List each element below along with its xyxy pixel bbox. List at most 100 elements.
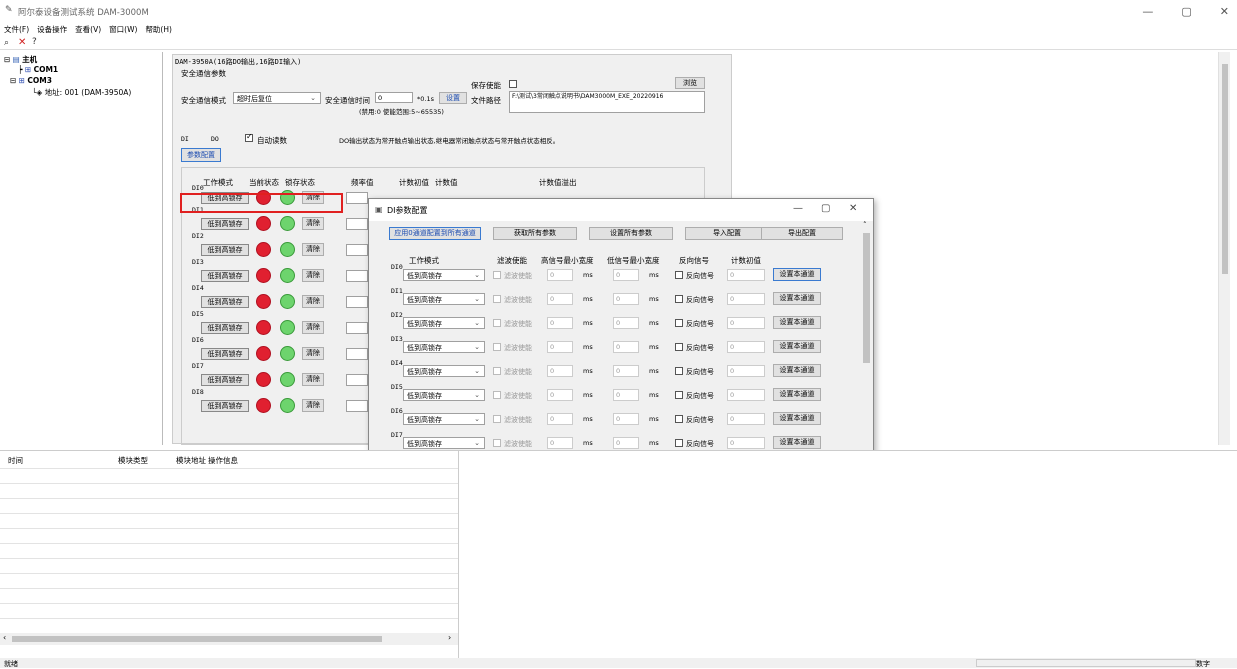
di-mode-button[interactable]: 低到高锁存 <box>201 296 249 308</box>
filter-checkbox[interactable] <box>493 439 501 447</box>
count-init-input[interactable]: 0 <box>727 341 765 353</box>
dlg-mode-select[interactable]: 低到高锁存⌄ <box>403 293 485 305</box>
clear-button[interactable]: 清除 <box>302 321 324 334</box>
menu-window[interactable]: 窗口(W) <box>109 24 137 38</box>
minimize-button[interactable]: — <box>1142 5 1153 18</box>
reverse-checkbox[interactable] <box>675 295 683 303</box>
tree-host[interactable]: ⊟ ▤ 主机 <box>4 54 37 65</box>
high-width-input[interactable]: 0 <box>547 293 573 305</box>
dialog-scroll-thumb[interactable] <box>863 233 870 363</box>
reverse-checkbox[interactable] <box>675 439 683 447</box>
low-width-input[interactable]: 0 <box>613 317 639 329</box>
set-channel-button[interactable]: 设置本通道 <box>773 388 821 401</box>
get-all-button[interactable]: 获取所有参数 <box>493 227 577 240</box>
count-init-input[interactable]: 0 <box>727 389 765 401</box>
count-init-input[interactable]: 0 <box>727 269 765 281</box>
menu-device[interactable]: 设备操作 <box>37 24 67 38</box>
set-channel-button[interactable]: 设置本通道 <box>773 340 821 353</box>
tab-do[interactable]: DO <box>211 135 219 143</box>
tree-com1[interactable]: ┝ ⊞ COM1 <box>18 65 58 74</box>
dlg-mode-select[interactable]: 低到高锁存⌄ <box>403 389 485 401</box>
reverse-checkbox[interactable] <box>675 391 683 399</box>
set-channel-button[interactable]: 设置本通道 <box>773 364 821 377</box>
dialog-maximize-button[interactable]: ▢ <box>821 203 830 214</box>
clear-button[interactable]: 清除 <box>302 347 324 360</box>
filter-checkbox[interactable] <box>493 319 501 327</box>
param-config-button[interactable]: 参数配置 <box>181 148 221 162</box>
dialog-minimize-button[interactable]: — <box>793 203 803 214</box>
set-all-button[interactable]: 设置所有参数 <box>589 227 673 240</box>
log-scroll-thumb[interactable] <box>12 636 382 642</box>
clear-button[interactable]: 清除 <box>302 243 324 256</box>
menu-view[interactable]: 查看(V) <box>75 24 101 38</box>
low-width-input[interactable]: 0 <box>613 293 639 305</box>
high-width-input[interactable]: 0 <box>547 317 573 329</box>
filter-checkbox[interactable] <box>493 295 501 303</box>
count-init-input[interactable]: 0 <box>727 365 765 377</box>
dlg-mode-select[interactable]: 低到高锁存⌄ <box>403 365 485 377</box>
scroll-right-icon[interactable]: › <box>448 633 451 642</box>
high-width-input[interactable]: 0 <box>547 269 573 281</box>
clear-button[interactable]: 清除 <box>302 269 324 282</box>
filter-checkbox[interactable] <box>493 271 501 279</box>
di-mode-button[interactable]: 低到高锁存 <box>201 218 249 230</box>
high-width-input[interactable]: 0 <box>547 437 573 449</box>
delete-icon[interactable]: ✕ <box>18 37 26 48</box>
vertical-scrollbar[interactable] <box>1218 52 1230 445</box>
auto-read-checkbox[interactable]: ✓ <box>245 132 253 142</box>
low-width-input[interactable]: 0 <box>613 341 639 353</box>
dlg-mode-select[interactable]: 低到高锁存⌄ <box>403 437 485 449</box>
dlg-mode-select[interactable]: 低到高锁存⌄ <box>403 341 485 353</box>
filter-checkbox[interactable] <box>493 367 501 375</box>
apply-all-button[interactable]: 应用0通道配置到所有通道 <box>389 227 481 240</box>
high-width-input[interactable]: 0 <box>547 413 573 425</box>
browse-button[interactable]: 浏览 <box>675 77 705 89</box>
clear-button[interactable]: 清除 <box>302 399 324 412</box>
maximize-button[interactable]: ▢ <box>1181 5 1191 18</box>
clear-button[interactable]: 清除 <box>302 373 324 386</box>
filter-checkbox[interactable] <box>493 343 501 351</box>
di-mode-button[interactable]: 低到高锁存 <box>201 322 249 334</box>
low-width-input[interactable]: 0 <box>613 365 639 377</box>
set-channel-button[interactable]: 设置本通道 <box>773 316 821 329</box>
dialog-scrollbar[interactable]: ˄ ˅ <box>861 221 872 475</box>
filter-checkbox[interactable] <box>493 415 501 423</box>
export-button[interactable]: 导出配置 <box>761 227 843 240</box>
dialog-close-button[interactable]: ✕ <box>849 203 857 214</box>
set-channel-button[interactable]: 设置本通道 <box>773 268 821 281</box>
clear-button[interactable]: 清除 <box>302 217 324 230</box>
save-enable-checkbox[interactable] <box>509 80 517 88</box>
scroll-left-icon[interactable]: ‹ <box>3 633 6 642</box>
scroll-up-icon[interactable]: ˄ <box>863 221 867 229</box>
log-h-scrollbar[interactable]: ‹ › <box>0 633 458 645</box>
import-button[interactable]: 导入配置 <box>685 227 769 240</box>
high-width-input[interactable]: 0 <box>547 365 573 377</box>
low-width-input[interactable]: 0 <box>613 389 639 401</box>
menu-file[interactable]: 文件(F) <box>4 24 29 38</box>
safe-mode-select[interactable]: 超时后复位 ⌄ <box>233 92 321 104</box>
count-init-input[interactable]: 0 <box>727 413 765 425</box>
reverse-checkbox[interactable] <box>675 343 683 351</box>
close-button[interactable]: ✕ <box>1220 5 1229 18</box>
di-mode-button[interactable]: 低到高锁存 <box>201 270 249 282</box>
di-mode-button[interactable]: 低到高锁存 <box>201 244 249 256</box>
low-width-input[interactable]: 0 <box>613 413 639 425</box>
dlg-mode-select[interactable]: 低到高锁存⌄ <box>403 413 485 425</box>
low-width-input[interactable]: 0 <box>613 269 639 281</box>
dlg-mode-select[interactable]: 低到高锁存⌄ <box>403 317 485 329</box>
di-mode-button[interactable]: 低到高锁存 <box>201 348 249 360</box>
search-icon[interactable]: ⌕ <box>4 38 9 48</box>
tree-device[interactable]: └◈ 地址: 001 (DAM-3950A) <box>32 87 131 98</box>
count-init-input[interactable]: 0 <box>727 317 765 329</box>
filter-checkbox[interactable] <box>493 391 501 399</box>
set-channel-button[interactable]: 设置本通道 <box>773 292 821 305</box>
clear-button[interactable]: 清除 <box>302 295 324 308</box>
low-width-input[interactable]: 0 <box>613 437 639 449</box>
tab-di[interactable]: DI <box>181 135 189 143</box>
set-channel-button[interactable]: 设置本通道 <box>773 412 821 425</box>
di-mode-button[interactable]: 低到高锁存 <box>201 400 249 412</box>
di-mode-button[interactable]: 低到高锁存 <box>201 374 249 386</box>
reverse-checkbox[interactable] <box>675 271 683 279</box>
count-init-input[interactable]: 0 <box>727 293 765 305</box>
reverse-checkbox[interactable] <box>675 367 683 375</box>
